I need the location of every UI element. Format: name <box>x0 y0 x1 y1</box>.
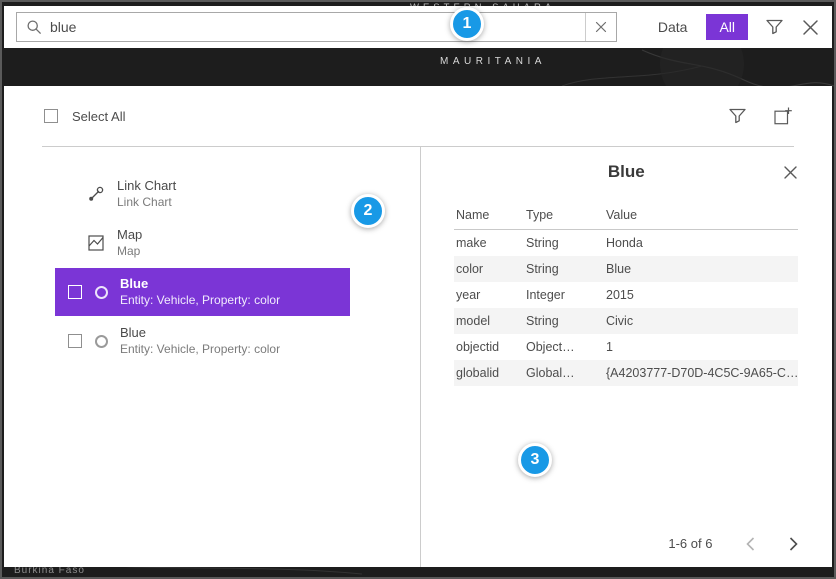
result-checkbox[interactable] <box>68 285 82 299</box>
column-header-name: Name <box>456 208 526 222</box>
result-subtitle: Entity: Vehicle, Property: color <box>120 292 280 308</box>
cell-value: Civic <box>606 314 798 328</box>
result-subtitle: Entity: Vehicle, Property: color <box>120 341 280 357</box>
cell-value: {A4203777-D70D-4C5C-9A65-C… <box>606 366 798 380</box>
search-bar: Data All <box>4 6 832 48</box>
column-header-type: Type <box>526 208 606 222</box>
cell-value: 1 <box>606 340 798 354</box>
detail-title: Blue <box>608 162 645 181</box>
map-label-mauritania: MAURITANIA <box>152 56 834 67</box>
table-row: make String Honda <box>454 230 798 256</box>
detail-header: Blue <box>454 162 798 188</box>
search-results-panel: Select All Link Chart Link Chart <box>4 86 832 567</box>
result-subtitle: Map <box>117 243 142 259</box>
scope-all-button[interactable]: All <box>706 14 748 40</box>
add-to-selection-icon[interactable] <box>774 107 792 125</box>
result-item-map[interactable]: Map Map <box>55 219 350 267</box>
table-header: Name Type Value <box>454 200 798 230</box>
search-input[interactable] <box>42 19 585 35</box>
cell-type: String <box>526 262 606 276</box>
results-filter-icon[interactable] <box>729 108 746 124</box>
previous-page-icon[interactable] <box>746 537 755 551</box>
select-all-label: Select All <box>72 109 125 124</box>
cell-type: String <box>526 236 606 250</box>
result-item-blue[interactable]: Blue Entity: Vehicle, Property: color <box>55 317 350 365</box>
scope-data-button[interactable]: Data <box>645 14 701 40</box>
cell-name: objectid <box>456 340 526 354</box>
cell-type: Object… <box>526 340 606 354</box>
result-item-link-chart[interactable]: Link Chart Link Chart <box>55 170 350 218</box>
table-row: objectid Object… 1 <box>454 334 798 360</box>
cell-type: String <box>526 314 606 328</box>
table-row: model String Civic <box>454 308 798 334</box>
search-box <box>16 12 617 42</box>
result-checkbox[interactable] <box>68 334 82 348</box>
cell-type: Global… <box>526 366 606 380</box>
close-detail-icon[interactable] <box>783 165 798 180</box>
annotation-badge-2: 2 <box>351 194 385 228</box>
pagination: 1-6 of 6 <box>668 536 798 551</box>
link-chart-icon <box>88 186 104 202</box>
cell-name: globalid <box>456 366 526 380</box>
cell-value: 2015 <box>606 288 798 302</box>
app-window: WESTERN SAHARA MAURITANIA Burkina Faso D… <box>0 0 836 579</box>
annotation-badge-3: 3 <box>518 443 552 477</box>
close-search-icon[interactable] <box>801 18 820 37</box>
detail-panel: Blue Name Type Value make String Honda <box>420 147 832 567</box>
cell-name: color <box>456 262 526 276</box>
properties-table: Name Type Value make String Honda color … <box>454 200 798 386</box>
cell-value: Honda <box>606 236 798 250</box>
table-row: globalid Global… {A4203777-D70D-4C5C-9A6… <box>454 360 798 386</box>
scope-toggle: Data All <box>645 14 748 40</box>
result-title: Blue <box>120 325 280 341</box>
cell-name: year <box>456 288 526 302</box>
search-filter-icon[interactable] <box>766 19 783 35</box>
entity-circle-icon <box>95 335 108 348</box>
entity-circle-icon <box>95 286 108 299</box>
result-subtitle: Link Chart <box>117 194 176 210</box>
cell-type: Integer <box>526 288 606 302</box>
result-title: Link Chart <box>117 178 176 194</box>
clear-search-icon[interactable] <box>586 13 616 41</box>
result-title: Blue <box>120 276 280 292</box>
cell-name: make <box>456 236 526 250</box>
results-toolbar: Select All <box>4 86 832 146</box>
result-item-blue-selected[interactable]: Blue Entity: Vehicle, Property: color <box>55 268 350 316</box>
table-row: color String Blue <box>454 256 798 282</box>
search-icon <box>26 19 42 35</box>
select-all-checkbox[interactable] <box>44 109 58 123</box>
table-row: year Integer 2015 <box>454 282 798 308</box>
pagination-label: 1-6 of 6 <box>668 536 712 551</box>
cell-value: Blue <box>606 262 798 276</box>
results-body: Link Chart Link Chart Map Map <box>4 147 832 567</box>
map-icon <box>88 235 104 251</box>
column-header-value: Value <box>606 208 798 222</box>
result-title: Map <box>117 227 142 243</box>
cell-name: model <box>456 314 526 328</box>
annotation-badge-1: 1 <box>450 7 484 41</box>
next-page-icon[interactable] <box>789 537 798 551</box>
